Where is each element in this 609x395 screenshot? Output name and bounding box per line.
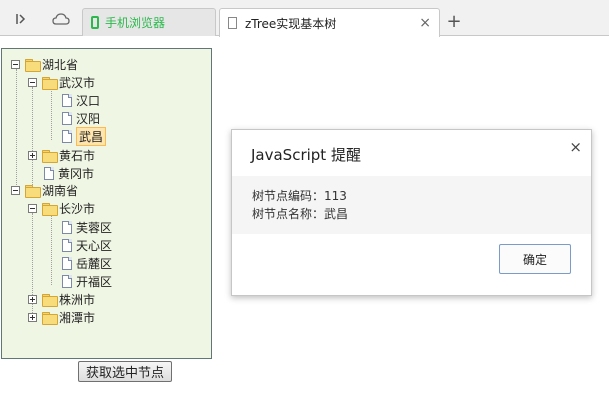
tree-node[interactable]: 芙蓉区 <box>62 218 112 236</box>
file-icon <box>62 93 72 107</box>
file-icon <box>62 220 72 234</box>
node-label[interactable]: 芙蓉区 <box>76 219 112 236</box>
tree-node[interactable]: 汉阳 <box>62 109 100 127</box>
page-icon <box>228 17 237 29</box>
node-label[interactable]: 湖北省 <box>42 56 78 73</box>
tree-node[interactable]: 岳麓区 <box>62 254 112 272</box>
file-icon <box>62 256 72 270</box>
collapse-icon[interactable] <box>28 77 37 87</box>
tree-node[interactable]: 长沙市 <box>28 199 95 217</box>
tree-connector <box>32 87 33 191</box>
folder-icon <box>42 76 58 90</box>
expand-icon[interactable] <box>28 312 37 322</box>
tree-node[interactable]: 武汉市 <box>28 73 95 91</box>
dialog-title: JavaScript 提醒 <box>251 146 361 164</box>
sidebar-toggle-icon[interactable] <box>10 8 32 30</box>
tab-label: zTree实现基本树 <box>245 16 337 31</box>
tree-node[interactable]: 湖北省 <box>11 55 78 73</box>
ok-button[interactable]: 确定 <box>499 244 571 274</box>
tree-node[interactable]: 湘潭市 <box>28 308 95 326</box>
tree-node[interactable]: 黄冈市 <box>44 164 94 182</box>
node-label[interactable]: 汉阳 <box>76 110 100 127</box>
collapse-icon[interactable] <box>11 185 20 195</box>
phone-icon <box>91 16 99 29</box>
dialog-message-area: 树节点编码：113 树节点名称：武昌 <box>232 176 591 234</box>
file-icon <box>44 166 54 180</box>
node-label[interactable]: 开福区 <box>76 273 112 290</box>
tree-node[interactable]: 汉口 <box>62 91 100 109</box>
tree-connector <box>51 88 52 140</box>
ztree-panel: 湖北省 武汉市 汉口 汉阳 武昌 黄石市 黄冈市 湖南省 长沙市 芙蓉区 天心区… <box>1 48 212 359</box>
tree-connector <box>51 215 52 285</box>
javascript-alert-dialog: JavaScript 提醒 × 树节点编码：113 树节点名称：武昌 确定 <box>231 129 592 296</box>
folder-icon <box>42 202 58 216</box>
close-tab-icon[interactable]: × <box>419 15 431 31</box>
get-selected-node-button[interactable]: 获取选中节点 <box>78 361 172 382</box>
node-label[interactable]: 长沙市 <box>59 200 95 217</box>
node-label[interactable]: 黄石市 <box>59 147 95 164</box>
new-tab-button[interactable]: + <box>443 10 465 32</box>
file-icon <box>62 111 72 125</box>
file-icon <box>62 129 72 143</box>
folder-icon <box>25 184 41 198</box>
tree-node[interactable]: 株洲市 <box>28 290 95 308</box>
tree-node-selected[interactable]: 武昌 <box>62 126 107 146</box>
tree-node[interactable]: 开福区 <box>62 272 112 290</box>
tab-ztree[interactable]: zTree实现基本树 × <box>219 8 440 37</box>
folder-icon <box>25 58 41 72</box>
node-label[interactable]: 汉口 <box>76 92 100 109</box>
cloud-icon[interactable] <box>50 8 72 30</box>
dialog-message-line: 树节点编码：113 <box>252 189 347 203</box>
node-label[interactable]: 湖南省 <box>42 182 78 199</box>
tree-node[interactable]: 黄石市 <box>28 146 95 164</box>
node-label[interactable]: 株洲市 <box>59 291 95 308</box>
node-label[interactable]: 武汉市 <box>59 74 95 91</box>
tree-node[interactable]: 天心区 <box>62 236 112 254</box>
collapse-icon[interactable] <box>11 59 20 69</box>
tab-label: 手机浏览器 <box>105 16 166 30</box>
tree-node[interactable]: 湖南省 <box>11 181 78 199</box>
collapse-icon[interactable] <box>28 203 37 213</box>
close-icon[interactable]: × <box>569 138 582 156</box>
node-label[interactable]: 湘潭市 <box>59 309 95 326</box>
tab-mobile-browser[interactable]: 手机浏览器 <box>82 8 216 36</box>
expand-icon[interactable] <box>28 150 37 160</box>
folder-icon <box>42 149 58 163</box>
folder-icon <box>42 311 58 325</box>
node-label[interactable]: 黄冈市 <box>58 165 94 182</box>
file-icon <box>62 274 72 288</box>
file-icon <box>62 238 72 252</box>
browser-toolbar: 手机浏览器 zTree实现基本树 × + <box>0 0 609 37</box>
node-label[interactable]: 天心区 <box>76 237 112 254</box>
node-label[interactable]: 武昌 <box>76 126 107 146</box>
folder-icon <box>42 293 58 307</box>
expand-icon[interactable] <box>28 294 37 304</box>
node-label[interactable]: 岳麓区 <box>76 255 112 272</box>
tree-connector <box>16 69 17 189</box>
dialog-message-line: 树节点名称：武昌 <box>252 207 349 221</box>
